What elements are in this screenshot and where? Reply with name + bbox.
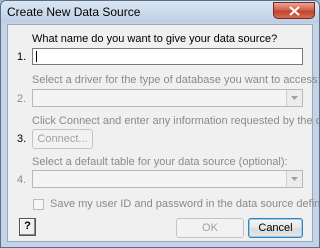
ok-button[interactable]: OK — [176, 218, 244, 238]
step-2-prompt: Select a driver for the type of database… — [32, 74, 320, 86]
cancel-button[interactable]: Cancel — [248, 218, 303, 238]
step-2-number: 2. — [17, 93, 27, 105]
step-1-prompt: What name do you want to give your data … — [32, 33, 278, 45]
driver-dropdown-button[interactable] — [286, 90, 302, 106]
data-source-name-input[interactable] — [32, 48, 303, 65]
close-icon — [289, 6, 300, 16]
dialog-body: What name do you want to give your data … — [7, 24, 319, 242]
title-bar[interactable]: Create New Data Source — [1, 1, 319, 23]
save-password-checkbox[interactable] — [33, 199, 44, 210]
save-password-label: Save my user ID and password in the data… — [50, 198, 320, 210]
step-3-number: 3. — [17, 133, 27, 145]
step-1-number: 1. — [17, 51, 27, 63]
table-dropdown-button[interactable] — [286, 171, 302, 187]
default-table-select[interactable] — [32, 170, 303, 188]
step-3-prompt: Click Connect and enter any information … — [32, 115, 320, 127]
step-4-prompt: Select a default table for your data sou… — [32, 156, 288, 168]
window-title: Create New Data Source — [7, 5, 141, 19]
close-button[interactable] — [273, 2, 315, 19]
step-4-number: 4. — [17, 174, 27, 186]
text-caret — [36, 51, 37, 62]
help-button[interactable]: ? — [19, 218, 36, 236]
driver-select[interactable] — [32, 89, 303, 107]
chevron-down-icon — [291, 96, 298, 100]
connect-button[interactable]: Connect... — [32, 129, 93, 149]
create-data-source-dialog: Create New Data Source What name do you … — [0, 0, 320, 248]
chevron-down-icon — [291, 177, 298, 181]
